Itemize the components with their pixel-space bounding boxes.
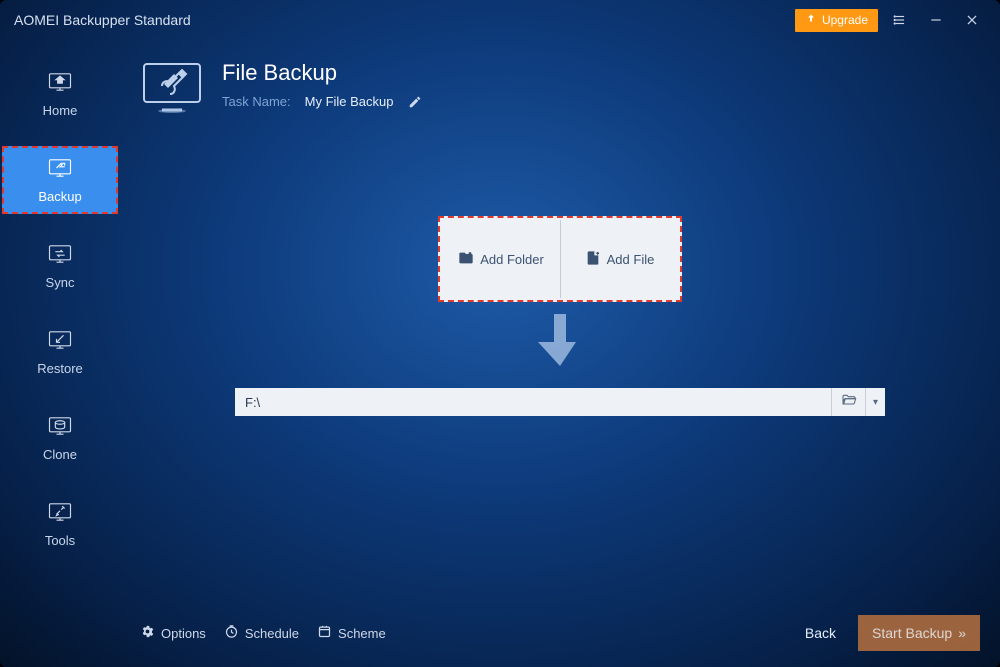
app-window: AOMEI Backupper Standard Upgrade Home bbox=[0, 0, 1000, 667]
backup-icon bbox=[46, 156, 74, 183]
upgrade-icon bbox=[805, 13, 817, 28]
restore-icon bbox=[46, 328, 74, 355]
sidebar-item-label: Restore bbox=[37, 361, 83, 376]
sidebar-item-tools[interactable]: Tools bbox=[0, 490, 120, 558]
options-label: Options bbox=[161, 626, 206, 641]
gear-icon bbox=[140, 624, 155, 642]
options-button[interactable]: Options bbox=[140, 624, 206, 642]
sidebar-item-label: Backup bbox=[38, 189, 81, 204]
edit-task-name-button[interactable] bbox=[408, 95, 422, 109]
sidebar-item-label: Home bbox=[43, 103, 78, 118]
add-file-label: Add File bbox=[607, 252, 655, 267]
start-backup-label: Start Backup bbox=[872, 625, 952, 641]
chevron-down-icon: ▾ bbox=[873, 397, 878, 408]
start-backup-button[interactable]: Start Backup » bbox=[858, 615, 980, 651]
sidebar: Home Backup Sync Restore Clone bbox=[0, 60, 120, 576]
sidebar-item-clone[interactable]: Clone bbox=[0, 404, 120, 472]
scheme-label: Scheme bbox=[338, 626, 386, 641]
add-folder-button[interactable]: Add Folder bbox=[442, 220, 560, 298]
task-name-value: My File Backup bbox=[305, 94, 394, 109]
footer-bar: Options Schedule Scheme Back Start Backu… bbox=[140, 613, 980, 653]
add-folder-label: Add Folder bbox=[480, 252, 544, 267]
upgrade-button[interactable]: Upgrade bbox=[795, 9, 878, 32]
clock-icon bbox=[224, 624, 239, 642]
home-icon bbox=[46, 70, 74, 97]
calendar-icon bbox=[317, 624, 332, 642]
sidebar-item-sync[interactable]: Sync bbox=[0, 232, 120, 300]
folder-open-icon bbox=[840, 392, 858, 413]
clone-icon bbox=[46, 414, 74, 441]
sidebar-item-label: Sync bbox=[46, 275, 75, 290]
browse-destination-button[interactable] bbox=[831, 388, 865, 416]
add-file-button[interactable]: Add File bbox=[560, 220, 678, 298]
destination-path-bar: F:\ ▾ bbox=[235, 388, 885, 416]
chevron-right-icon: » bbox=[958, 625, 966, 641]
sidebar-item-label: Clone bbox=[43, 447, 77, 462]
sidebar-item-home[interactable]: Home bbox=[0, 60, 120, 128]
folder-plus-icon bbox=[458, 250, 474, 269]
source-add-panel: Add Folder Add File bbox=[438, 216, 682, 302]
page-header: File Backup Task Name: My File Backup bbox=[140, 60, 980, 116]
destination-path-input[interactable]: F:\ bbox=[235, 388, 831, 416]
page-title: File Backup bbox=[222, 60, 422, 86]
flow-arrow-icon bbox=[140, 314, 980, 370]
task-name-label: Task Name: bbox=[222, 94, 291, 109]
titlebar: AOMEI Backupper Standard Upgrade bbox=[0, 0, 1000, 40]
tools-icon bbox=[46, 500, 74, 527]
app-title: AOMEI Backupper Standard bbox=[14, 12, 191, 28]
minimize-button[interactable] bbox=[922, 6, 950, 34]
upgrade-label: Upgrade bbox=[822, 13, 868, 27]
file-backup-hero-icon bbox=[140, 60, 204, 116]
task-name-row: Task Name: My File Backup bbox=[222, 94, 422, 109]
destination-dropdown-button[interactable]: ▾ bbox=[865, 388, 885, 416]
sidebar-item-label: Tools bbox=[45, 533, 75, 548]
main-content: File Backup Task Name: My File Backup Ad… bbox=[140, 60, 980, 607]
sync-icon bbox=[46, 242, 74, 269]
sidebar-item-restore[interactable]: Restore bbox=[0, 318, 120, 386]
schedule-button[interactable]: Schedule bbox=[224, 624, 299, 642]
sidebar-item-backup[interactable]: Backup bbox=[2, 146, 118, 214]
scheme-button[interactable]: Scheme bbox=[317, 624, 386, 642]
menu-list-icon[interactable] bbox=[886, 6, 914, 34]
back-button[interactable]: Back bbox=[805, 625, 836, 641]
schedule-label: Schedule bbox=[245, 626, 299, 641]
close-button[interactable] bbox=[958, 6, 986, 34]
file-plus-icon bbox=[585, 250, 601, 269]
